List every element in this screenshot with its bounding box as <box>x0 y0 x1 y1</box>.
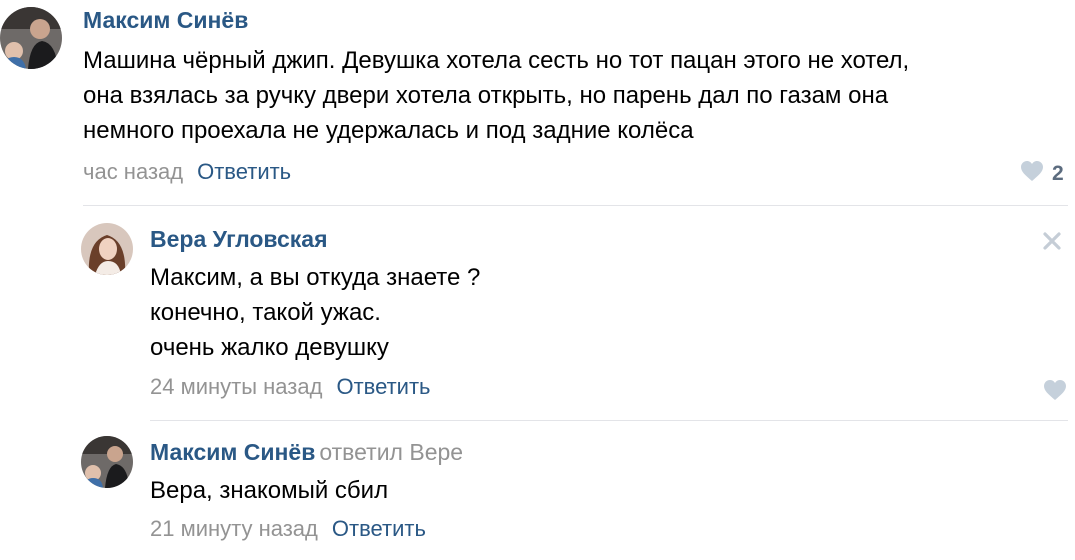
text-line: Максим, а вы откуда знаете ? <box>150 264 481 291</box>
text-line: Вера, знакомый сбил <box>150 477 389 504</box>
reply-button[interactable]: Ответить <box>336 374 430 399</box>
like-count: 2 <box>1052 161 1064 185</box>
text-line: очень жалко девушку <box>150 334 389 361</box>
author-line: Максим Синёв <box>83 5 248 35</box>
delete-button[interactable] <box>1042 231 1062 256</box>
heart-icon <box>1043 379 1067 406</box>
comment-1: Максим Синёв Машина чёрный джип. Девушка… <box>0 0 1075 200</box>
avatar[interactable] <box>81 223 133 275</box>
avatar[interactable] <box>0 7 62 69</box>
reply-to-label[interactable]: ответил Вере <box>319 439 463 465</box>
author-line: Вера Угловская <box>150 224 328 254</box>
reply-button[interactable]: Ответить <box>197 159 291 184</box>
like-button[interactable] <box>1043 379 1075 406</box>
comment-text: Максим, а вы откуда знаете ? конечно, та… <box>150 260 480 365</box>
comment-text: Вера, знакомый сбил <box>150 473 388 508</box>
heart-icon <box>1020 160 1044 187</box>
comment-2: Вера Угловская Максим, а вы откуда знает… <box>0 205 1075 420</box>
text-line: она взялась за ручку двери хотела открыт… <box>83 82 889 109</box>
author-name[interactable]: Максим Синёв <box>83 7 248 33</box>
timestamp[interactable]: 24 минуты назад <box>150 374 322 399</box>
comment-meta: 24 минуты назад Ответить <box>150 373 431 401</box>
text-line: Машина чёрный джип. Девушка хотела сесть… <box>83 47 910 74</box>
timestamp[interactable]: 21 минуту назад <box>150 516 318 541</box>
author-name[interactable]: Вера Угловская <box>150 226 328 252</box>
author-name[interactable]: Максим Синёв <box>150 439 315 465</box>
author-line: Максим Синёв ответил Вере <box>150 437 463 467</box>
comment-meta: час назад Ответить <box>83 158 291 186</box>
like-button[interactable]: 2 <box>1020 160 1064 187</box>
comment-text: Машина чёрный джип. Девушка хотела сесть… <box>83 43 909 148</box>
timestamp[interactable]: час назад <box>83 159 183 184</box>
avatar[interactable] <box>81 436 133 488</box>
reply-button[interactable]: Ответить <box>332 516 426 541</box>
text-line: немного проехала не удержалась и под зад… <box>83 117 694 144</box>
comment-3: Максим Синёв ответил Вере Вера, знакомый … <box>0 420 1075 560</box>
comment-meta: 21 минуту назад Ответить <box>150 515 426 543</box>
text-line: конечно, такой ужас. <box>150 299 381 326</box>
close-icon <box>1042 232 1062 255</box>
